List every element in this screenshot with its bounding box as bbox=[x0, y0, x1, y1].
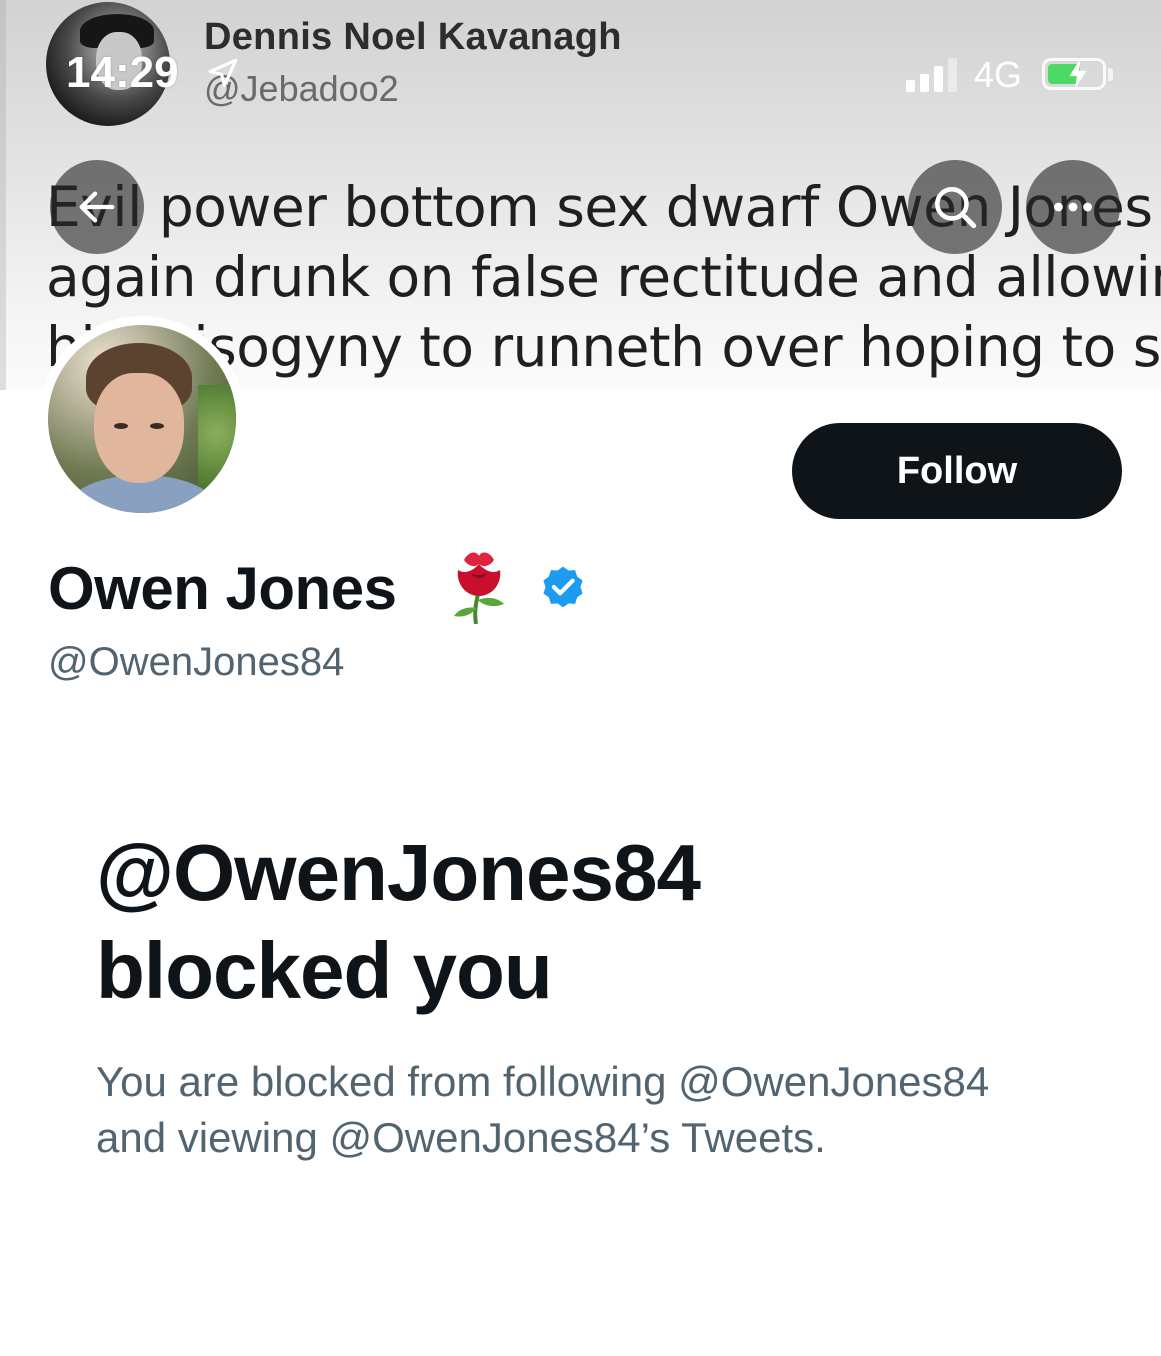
network-type: 4G bbox=[974, 54, 1023, 95]
profile-handle: @OwenJones84 bbox=[48, 640, 345, 684]
banner-tweet-author-name: Dennis Noel Kavanagh bbox=[204, 16, 622, 58]
verified-badge-icon bbox=[543, 566, 583, 608]
search-icon bbox=[935, 187, 977, 229]
banner-tweet-line: again drunk on false rectitude and allow… bbox=[46, 245, 1161, 309]
blocked-title-line: blocked you bbox=[96, 926, 553, 1015]
banner-edge bbox=[0, 0, 6, 390]
search-button[interactable] bbox=[908, 160, 1002, 254]
back-button[interactable] bbox=[50, 160, 144, 254]
signal-bars-icon bbox=[906, 56, 962, 92]
battery-tip bbox=[1108, 68, 1113, 81]
blocked-title: @OwenJones84 blocked you bbox=[96, 824, 1096, 1020]
more-horizontal-icon bbox=[1054, 202, 1092, 212]
profile-display-name: Owen Jones bbox=[48, 555, 397, 622]
follow-button[interactable]: Follow bbox=[792, 423, 1122, 519]
blocked-description-line: and viewing @OwenJones84’s Tweets. bbox=[96, 1114, 826, 1161]
status-time: 14:29 bbox=[66, 48, 179, 97]
blocked-description: You are blocked from following @OwenJone… bbox=[96, 1054, 1096, 1166]
battery-charging-icon bbox=[1042, 58, 1106, 90]
blocked-description-line: You are blocked from following @OwenJone… bbox=[96, 1058, 990, 1105]
profile-avatar[interactable] bbox=[48, 325, 236, 513]
rose-icon bbox=[454, 552, 504, 624]
more-button[interactable] bbox=[1026, 160, 1120, 254]
location-arrow-icon bbox=[208, 58, 238, 88]
arrow-left-icon bbox=[79, 191, 115, 223]
blocked-title-line: @OwenJones84 bbox=[96, 828, 701, 917]
